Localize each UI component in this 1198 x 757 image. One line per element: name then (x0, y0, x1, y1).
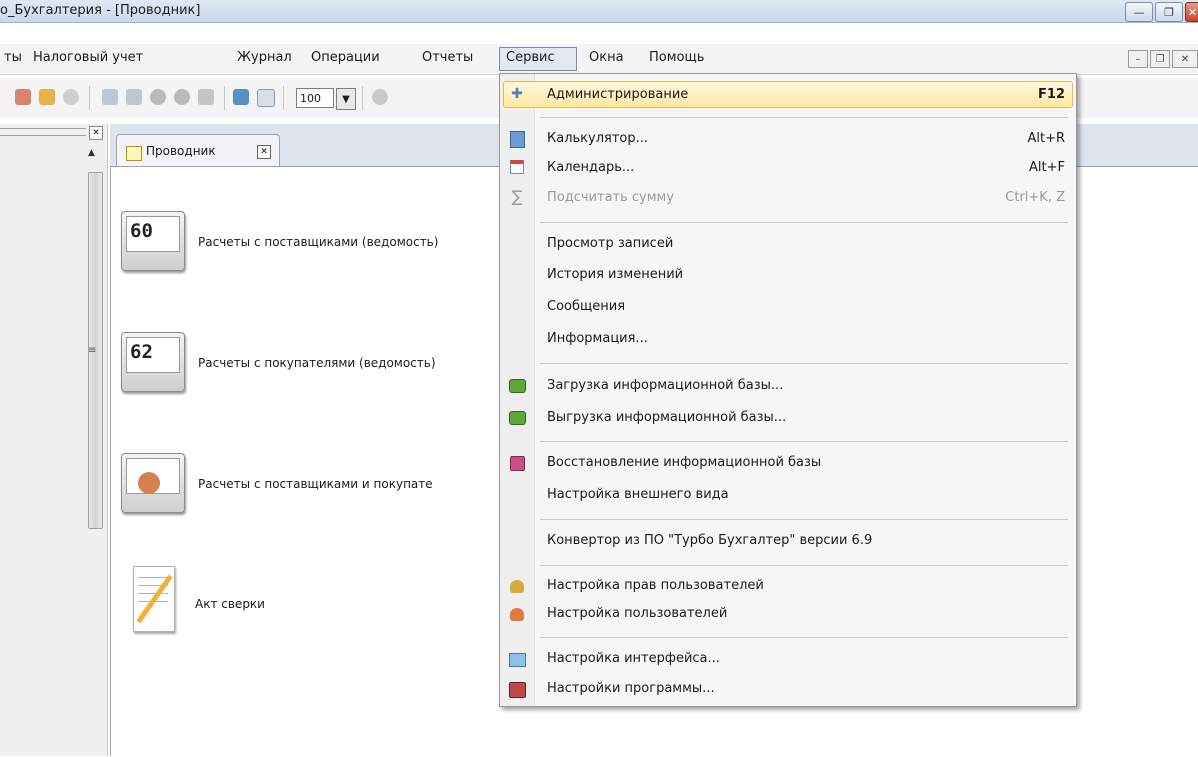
menu-item-unload-db[interactable]: Выгрузка информационной базы... (547, 410, 786, 425)
sigma-icon: ∑ (511, 186, 523, 206)
menu-separator (540, 363, 1068, 364)
menu-separator (540, 519, 1068, 520)
toolbar-copy-icon[interactable] (126, 89, 142, 105)
toolbar-doc-icon[interactable] (198, 89, 214, 105)
report-label-customers[interactable]: Расчеты с покупателями (ведомость) (198, 356, 436, 370)
toolbar-separator (224, 86, 225, 110)
menu-item-change-history[interactable]: История изменений (547, 267, 683, 282)
database-unload-icon (508, 409, 526, 427)
program-settings-icon (508, 681, 526, 699)
explorer-tab-icon (126, 146, 142, 161)
menu-separator (540, 565, 1068, 566)
calculator-icon (508, 130, 526, 148)
maximize-button[interactable]: ❐ (1155, 2, 1183, 22)
menu-item-sum: Подсчитать сумму (547, 190, 675, 205)
zoom-input[interactable]: 100 (296, 88, 334, 108)
toolbar-separator (283, 86, 284, 110)
menu-item-information[interactable]: Информация... (547, 331, 648, 346)
report-label-reconciliation[interactable]: Акт сверки (195, 597, 265, 611)
menu-item-program-settings[interactable]: Настройки программы... (547, 681, 715, 696)
toolbar-separator (89, 86, 90, 110)
menu-item-calendar[interactable]: Календарь... (547, 160, 634, 175)
menu-item-service[interactable]: Сервис (506, 50, 555, 65)
toolbar-minus-icon[interactable] (174, 89, 190, 105)
menu-item-help[interactable]: Помощь (649, 50, 704, 65)
menu-item-user-rights[interactable]: Настройка прав пользователей (547, 578, 764, 593)
menu-item-converter[interactable]: Конвертор из ПО "Турбо Бухгалтер" версии… (547, 533, 872, 548)
shortcut-ctrl-k-z: Ctrl+K, Z (1005, 190, 1065, 205)
menu-item-operations[interactable]: Операции (311, 50, 380, 65)
toolbar-user-icon[interactable] (39, 89, 55, 105)
report-60-icon[interactable]: 60 (121, 211, 185, 271)
close-button[interactable]: ✕ (1185, 2, 1198, 22)
mdi-minimize-button[interactable]: – (1128, 50, 1148, 68)
toolbar-calendar-icon[interactable] (257, 89, 275, 107)
report-person-icon[interactable] (121, 453, 185, 513)
tab-explorer-label: Проводник (146, 144, 216, 158)
calendar-icon (508, 158, 526, 176)
menu-item-journal[interactable]: Журнал (237, 50, 292, 65)
menu-item-tax[interactable]: Налоговый учет (33, 50, 143, 65)
report-number: 60 (130, 220, 153, 242)
admin-network-icon: ✚ (511, 86, 523, 102)
shortcut-alt-f: Alt+F (1029, 160, 1065, 175)
menu-item-restore-db[interactable]: Восстановление информационной базы (547, 455, 821, 470)
menu-item-load-db[interactable]: Загрузка информационной базы... (547, 378, 783, 393)
mdi-close-button[interactable]: ✕ (1172, 50, 1198, 68)
panel-drag-handle[interactable] (0, 128, 86, 136)
menu-separator (540, 117, 1068, 118)
panel-close-button[interactable]: ✕ (89, 126, 103, 140)
menu-item-messages[interactable]: Сообщения (547, 299, 625, 314)
scroll-up-arrow[interactable]: ▲ (88, 148, 95, 158)
window-title: о_Бухгалтерия - [Проводник] (0, 3, 201, 18)
tab-close-button[interactable]: ✕ (257, 145, 271, 159)
menu-item-windows[interactable]: Окна (589, 50, 624, 65)
report-number: 62 (130, 341, 153, 363)
report-label-suppliers-customers[interactable]: Расчеты с поставщиками и покупате (198, 477, 433, 491)
toolbar-check-icon[interactable] (150, 89, 166, 105)
shortcut-alt-r: Alt+R (1027, 131, 1065, 146)
menu-item-calculator[interactable]: Калькулятор... (547, 131, 648, 146)
menu-separator (540, 222, 1068, 223)
menu-separator (540, 637, 1068, 638)
toolbar-new-icon[interactable] (102, 89, 118, 105)
toolbar-stop-icon[interactable] (63, 89, 79, 105)
toolbar-calculator-icon[interactable] (233, 89, 249, 105)
interface-settings-icon (508, 651, 526, 669)
reconciliation-doc-icon[interactable] (133, 566, 175, 632)
menu-item-administration[interactable]: Администрирование (547, 87, 688, 102)
database-load-icon (508, 377, 526, 395)
menu-item-interface-settings[interactable]: Настройка интерфейса... (547, 651, 720, 666)
menu-item-view-records[interactable]: Просмотр записей (547, 236, 673, 251)
content-border (110, 166, 111, 756)
menu-item-users[interactable]: Настройка пользователей (547, 606, 727, 621)
report-62-icon[interactable]: 62 (121, 332, 185, 392)
menu-item-appearance[interactable]: Настройка внешнего вида (547, 487, 729, 502)
minimize-button[interactable]: — (1125, 2, 1153, 22)
menu-separator (540, 441, 1068, 442)
shortcut-f12: F12 (1038, 87, 1065, 102)
mdi-restore-button[interactable]: ❐ (1150, 50, 1170, 68)
user-rights-icon (508, 577, 526, 595)
users-icon (508, 605, 526, 623)
zoom-dropdown-arrow[interactable]: ▼ (336, 88, 356, 110)
toolbar-tool-icon[interactable] (15, 89, 31, 105)
menu-item-partial[interactable]: ты (4, 50, 22, 65)
toolbar-separator (362, 86, 363, 110)
restore-icon (508, 454, 526, 472)
person-icon (138, 472, 160, 494)
menu-item-reports[interactable]: Отчеты (422, 50, 473, 65)
report-label-suppliers[interactable]: Расчеты с поставщиками (ведомость) (198, 235, 438, 249)
scroll-grip-icon: ≡ (88, 345, 97, 356)
toolbar-back-icon[interactable] (372, 89, 388, 105)
